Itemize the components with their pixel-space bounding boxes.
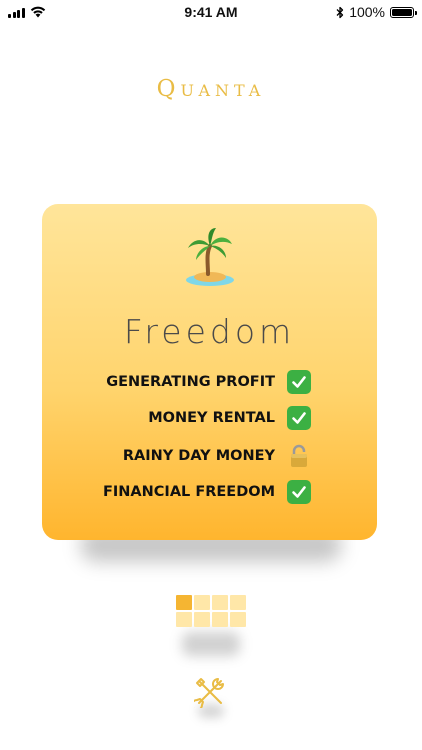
check-icon bbox=[287, 480, 311, 504]
goal-row-money-rental: MONEY RENTAL bbox=[148, 406, 311, 430]
check-icon bbox=[287, 370, 311, 394]
goal-row-rainy-day-money: RAINY DAY MONEY bbox=[123, 444, 311, 468]
bluetooth-icon bbox=[336, 6, 344, 18]
lock-icon bbox=[287, 444, 311, 468]
battery-percent: 100% bbox=[349, 4, 385, 20]
level-grid[interactable] bbox=[176, 595, 246, 629]
goal-row-financial-freedom: FINANCIAL FREEDOM bbox=[103, 480, 311, 504]
wrench-screwdriver-icon[interactable] bbox=[194, 676, 226, 708]
level-cell[interactable] bbox=[194, 595, 210, 610]
level-cell[interactable] bbox=[212, 612, 228, 627]
status-bar: 9:41 AM 100% bbox=[0, 0, 422, 26]
battery-icon bbox=[390, 6, 417, 18]
goal-label: RAINY DAY MONEY bbox=[122, 448, 275, 464]
level-cell[interactable] bbox=[230, 595, 246, 610]
level-cell[interactable] bbox=[176, 595, 192, 610]
status-right: 100% bbox=[336, 4, 417, 20]
level-cell[interactable] bbox=[230, 612, 246, 627]
freedom-card[interactable]: Freedom GENERATING PROFIT MONEY RENTAL R… bbox=[42, 204, 377, 540]
goal-label: MONEY RENTAL bbox=[148, 410, 275, 426]
palm-island-icon bbox=[42, 226, 377, 293]
app-title: Quanta bbox=[156, 76, 266, 102]
check-icon bbox=[287, 406, 311, 430]
goal-label: FINANCIAL FREEDOM bbox=[102, 484, 275, 500]
level-cell[interactable] bbox=[176, 612, 192, 627]
goal-label: GENERATING PROFIT bbox=[106, 374, 275, 390]
level-cell[interactable] bbox=[212, 595, 228, 610]
goal-row-generating-profit: GENERATING PROFIT bbox=[106, 370, 311, 394]
card-title: Freedom bbox=[123, 312, 296, 351]
level-cell[interactable] bbox=[194, 612, 210, 627]
grid-shadow bbox=[182, 632, 240, 656]
